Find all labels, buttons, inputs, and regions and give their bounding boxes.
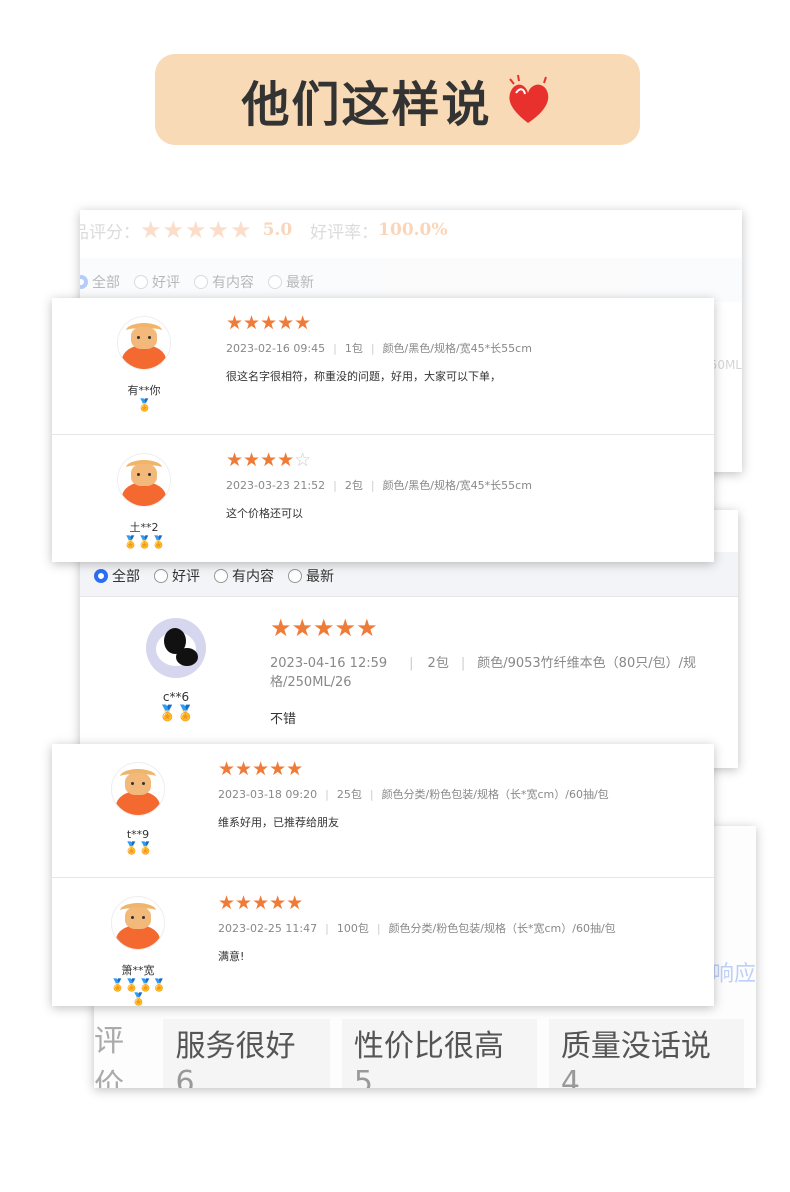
review-date: 2023-02-16 09:45	[226, 342, 326, 355]
medal-icons: 🏅🏅🏅🏅🏅	[110, 978, 167, 1006]
review-item: 箫**宽 🏅🏅🏅🏅🏅 ★★★★★ 2023-02-25 11:47 | 100包 | 颜…	[52, 878, 714, 1006]
username: 土**2	[129, 521, 159, 534]
avatar	[146, 618, 206, 678]
rating-label: 品评分：	[80, 222, 140, 243]
username: c**6	[162, 690, 190, 704]
review-text: 维系好用，已推荐给朋友	[218, 816, 339, 829]
spec-fragment: 50ML	[709, 358, 742, 372]
medal-icons: 🏅🏅	[158, 704, 194, 722]
review-item: 有**你 🏅 ★★★★★ 2023-02-16 09:45 | 1包 | 颜色/黑色/规…	[52, 298, 714, 435]
review-meta: 2023-04-16 12:59 | 2包 | 颜色/9053竹纤维本色（80只/包）/…	[270, 656, 696, 690]
star-rating: ★★★★☆	[226, 449, 312, 471]
heart-icon	[508, 74, 548, 123]
review-spec: 颜色分类/粉色包装/规格（长*宽cm）/60抽/包	[388, 922, 616, 935]
review-meta: 2023-03-18 09:20 | 25包 | 颜色分类/粉色包装/规格（长*宽cm）…	[218, 788, 609, 801]
review-item: 土**2 🏅🏅🏅 ★★★★☆ 2023-03-23 21:52 | 2包 | 颜色/黑色…	[52, 435, 714, 562]
page-title: 他们这样说	[241, 76, 492, 133]
good-rate-label: 好评率：	[310, 222, 379, 243]
medal-icons: 🏅🏅	[124, 841, 153, 855]
review-text: 不错	[270, 712, 297, 727]
good-rate-value: 100.0%	[378, 220, 448, 240]
review-body: ★★★★★ 2023-02-16 09:45 | 1包 | 颜色/黑色/规格/宽45*长…	[226, 312, 532, 384]
review-meta: 2023-02-25 11:47 | 100包 | 颜色分类/粉色包装/规格（长*宽cm…	[218, 922, 616, 935]
reviewer-info: t**9 🏅🏅	[108, 762, 168, 855]
avatar	[117, 316, 171, 370]
filter-good[interactable]: 好评	[134, 272, 180, 292]
rating-score: 5.0	[262, 220, 293, 240]
filter-row: 全部 好评 有内容 最新	[94, 566, 348, 586]
filter-latest[interactable]: 最新	[288, 566, 334, 586]
review-text: 这个价格还可以	[226, 507, 303, 520]
tag-service[interactable]: 服务很好 6	[163, 1018, 330, 1088]
review-body: ★★★★☆ 2023-03-23 21:52 | 2包 | 颜色/黑色/规格/宽45*长…	[226, 449, 532, 521]
filter-content[interactable]: 有内容	[194, 272, 254, 292]
filter-all[interactable]: 全部	[94, 566, 140, 586]
review-spec: 颜色/黑色/规格/宽45*长55cm	[382, 342, 532, 355]
review-date: 2023-04-16 12:59	[270, 656, 388, 671]
review-card-top: 有**你 🏅 ★★★★★ 2023-02-16 09:45 | 1包 | 颜色/黑色/规…	[52, 298, 714, 562]
header-banner: 他们这样说	[155, 54, 640, 145]
star-rating: ★★★★★	[270, 614, 378, 642]
tag-quality[interactable]: 质量没话说 4	[548, 1018, 745, 1088]
filter-latest[interactable]: 最新	[268, 272, 314, 292]
review-spec: 颜色/黑色/规格/宽45*长55cm	[382, 479, 532, 492]
review-qty: 25包	[336, 788, 362, 801]
avatar	[111, 896, 165, 950]
tags-label: 评价	[94, 1024, 124, 1088]
filter-content[interactable]: 有内容	[214, 566, 274, 586]
reviewer-info: 有**你 🏅	[114, 316, 174, 412]
review-qty: 100包	[336, 922, 369, 935]
review-item: t**9 🏅🏅 ★★★★★ 2023-03-18 09:20 | 25包 | 颜色分类/…	[52, 744, 714, 878]
avatar	[117, 453, 171, 507]
review-qty: 2包	[427, 656, 449, 671]
rating-stars: ★★★★★	[140, 216, 252, 244]
star-rating: ★★★★★	[218, 758, 304, 780]
side-text: 响应	[711, 962, 756, 987]
reviewer-info: c**6 🏅🏅	[146, 618, 206, 722]
review-date: 2023-03-23 21:52	[226, 479, 326, 492]
star-rating: ★★★★★	[218, 892, 304, 914]
review-meta: 2023-02-16 09:45 | 1包 | 颜色/黑色/规格/宽45*长55cm	[226, 342, 532, 355]
review-qty: 1包	[344, 342, 363, 355]
username: 有**你	[127, 384, 161, 397]
review-date: 2023-02-25 11:47	[218, 922, 318, 935]
star-rating: ★★★★★	[226, 312, 312, 334]
medal-icons: 🏅🏅🏅	[123, 535, 166, 549]
review-card-bottom: t**9 🏅🏅 ★★★★★ 2023-03-18 09:20 | 25包 | 颜色分类/…	[52, 744, 714, 1006]
avatar	[111, 762, 165, 816]
filter-row-bg: 全部 好评 有内容 最新	[80, 272, 328, 292]
review-body: ★★★★★ 2023-04-16 12:59 | 2包 | 颜色/9053竹纤维本色（8…	[270, 614, 738, 727]
username: 箫**宽	[121, 964, 155, 977]
review-date: 2023-03-18 09:20	[218, 788, 318, 801]
tag-row: 评价 服务很好 6 性价比很高 5 质量没话说 4	[94, 1016, 756, 1088]
review-body: ★★★★★ 2023-02-25 11:47 | 100包 | 颜色分类/粉色包装/规格…	[218, 892, 616, 964]
filter-good[interactable]: 好评	[154, 566, 200, 586]
review-spec: 颜色分类/粉色包装/规格（长*宽cm）/60抽/包	[381, 788, 609, 801]
medal-icons: 🏅	[137, 398, 152, 412]
review-text: 满意!	[218, 950, 245, 963]
username: t**9	[126, 828, 150, 841]
filter-all[interactable]: 全部	[80, 272, 120, 292]
review-text: 很这名字很相符，称重没的问题，好用，大家可以下单，	[226, 370, 501, 383]
reviewer-info: 土**2 🏅🏅🏅	[114, 453, 174, 549]
review-meta: 2023-03-23 21:52 | 2包 | 颜色/黑色/规格/宽45*长55cm	[226, 479, 532, 492]
tag-value[interactable]: 性价比很高 5	[341, 1018, 537, 1088]
review-qty: 2包	[344, 479, 363, 492]
rating-summary: 品评分： ★★★★★ 5.0 好评率： 100.0%	[80, 216, 448, 244]
review-body: ★★★★★ 2023-03-18 09:20 | 25包 | 颜色分类/粉色包装/规格（…	[218, 758, 609, 830]
reviewer-info: 箫**宽 🏅🏅🏅🏅🏅	[108, 896, 168, 1006]
